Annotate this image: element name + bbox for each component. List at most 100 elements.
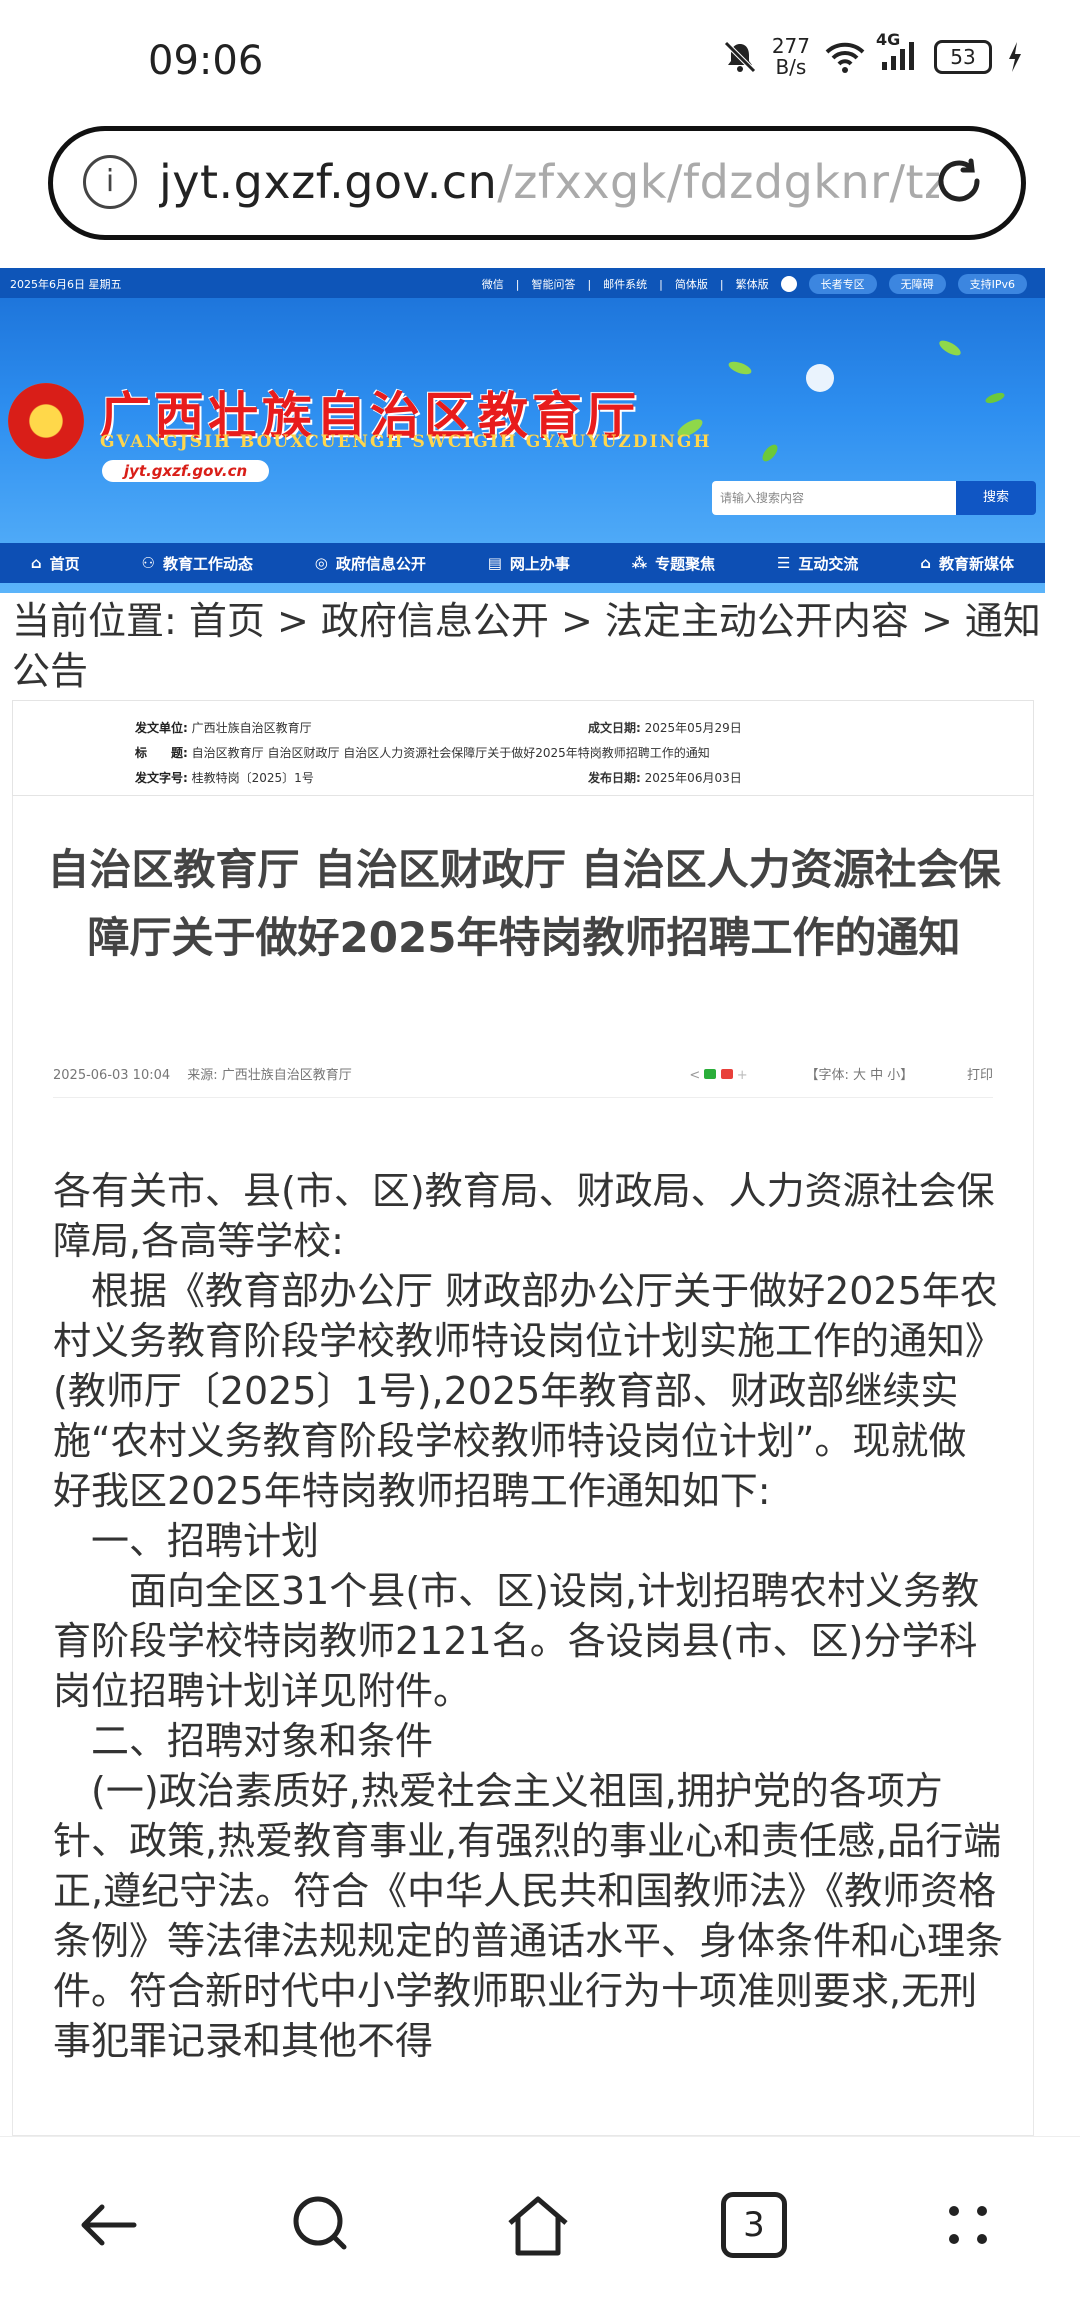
info-title-value: 自治区教育厅 自治区财政厅 自治区人力资源社会保障厅关于做好2025年特岗教师招… — [191, 746, 710, 760]
tab-count: 3 — [721, 2192, 787, 2258]
info-date-label: 成文日期: — [588, 721, 641, 735]
pill-accessibility[interactable]: 无障碍 — [888, 274, 946, 294]
back-arrow-icon — [81, 2204, 137, 2246]
nav-label: 互动交流 — [798, 554, 859, 573]
network-type: 4G — [876, 30, 901, 49]
url-domain: jyt.gxzf.gov.cn — [159, 155, 498, 209]
home-button[interactable] — [502, 2189, 574, 2261]
wechat-share-icon[interactable] — [704, 1069, 717, 1079]
main-nav: ⌂ 首页 ⚇ 教育工作动态 ◎ 政府信息公开 ▤ 网上办事 ⁂ 专题聚焦 ☰ 互动交流 ⌂ 教… — [0, 543, 1045, 583]
nav-label: 教育工作动态 — [162, 554, 253, 573]
nav-label: 首页 — [49, 554, 80, 573]
breadcrumb[interactable]: 当前位置: 首页 > 政府信息公开 > 法定主动公开内容 > 通知公告 — [12, 596, 1042, 696]
nav-label: 专题聚焦 — [655, 554, 716, 573]
search-icon — [293, 2196, 347, 2250]
reload-icon[interactable] — [933, 155, 985, 207]
charging-icon — [1009, 42, 1021, 72]
article-body: 各有关市、县(市、区)教育局、财政局、人力资源社会保障局,各高等学校: 根据《教… — [53, 1166, 1003, 2066]
nav-topics[interactable]: ⁂ 专题聚焦 — [632, 553, 715, 574]
accessibility-icon[interactable] — [780, 276, 797, 292]
info-pubdate-label: 发布日期: — [588, 771, 641, 785]
info-date-value: 2025年05月29日 — [644, 721, 742, 735]
top-link-qa[interactable]: 智能问答 — [531, 276, 575, 292]
net-speed-unit: B/s — [775, 55, 807, 79]
top-strip: 2025年6月6日 星期五 微信 | 智能问答 | 邮件系统 | 简体版 | 繁体版 长… — [0, 268, 1045, 298]
header-date: 2025年6月6日 星期五 — [10, 278, 122, 291]
article-title: 自治区教育厅 自治区财政厅 自治区人力资源社会保障厅关于做好2025年特岗教师招… — [47, 845, 1001, 962]
info-docno-value: 桂教特岗〔2025〕1号 — [191, 771, 314, 785]
chat-icon: ☰ — [776, 554, 791, 572]
network-speed: 277 B/s — [772, 36, 810, 78]
menu-dots-icon — [949, 2206, 987, 2244]
paragraph: 各有关市、县(市、区)教育局、财政局、人力资源社会保障局,各高等学校: — [53, 1169, 995, 1263]
tabs-button[interactable]: 3 — [718, 2189, 790, 2261]
article-date-source: 2025-06-03 10:04 来源: 广西壮族自治区教育厅 — [53, 1068, 352, 1083]
paragraph: 二、招聘对象和条件 — [53, 1719, 434, 1763]
top-link-mail[interactable]: 邮件系统 — [603, 276, 647, 292]
more-share-icon[interactable]: + — [737, 1068, 748, 1083]
back-button[interactable] — [72, 2189, 144, 2261]
cellular-signal: 4G — [876, 30, 920, 76]
info-docno-label: 发文字号: — [135, 771, 188, 785]
status-time: 09:06 — [148, 38, 264, 84]
battery-indicator: 53 — [934, 40, 992, 74]
info-unit: 发文单位: 广西壮族自治区教育厅 — [135, 719, 312, 736]
document-info-table: 发文单位: 广西壮族自治区教育厅 成文日期: 2025年05月29日 标 题: … — [12, 700, 1034, 796]
top-link-simplified[interactable]: 简体版 — [675, 276, 708, 292]
building-icon: ⌂ — [920, 554, 932, 572]
nav-label: 政府信息公开 — [335, 554, 426, 573]
home-icon: ⌂ — [30, 554, 42, 572]
article: 自治区教育厅 自治区财政厅 自治区人力资源社会保障厅关于做好2025年特岗教师招… — [12, 796, 1034, 2136]
article-meta: 2025-06-03 10:04 来源: 广西壮族自治区教育厅 < + 【字体:… — [53, 1064, 993, 1098]
status-bar: 09:06 277 B/s 4G 53 — [0, 0, 1080, 120]
info-pubdate-value: 2025年06月03日 — [644, 771, 742, 785]
mute-bell-icon — [724, 41, 756, 73]
site-header: 2025年6月6日 星期五 微信 | 智能问答 | 邮件系统 | 简体版 | 繁体版 长… — [0, 268, 1045, 593]
info-icon[interactable]: i — [83, 155, 137, 209]
nav-label: 网上办事 — [509, 554, 570, 573]
wifi-icon — [825, 42, 865, 73]
nav-new-media[interactable]: ⌂ 教育新媒体 — [920, 553, 1014, 574]
info-title-label: 标 题: — [135, 746, 188, 760]
print-button[interactable]: 打印 — [967, 1068, 993, 1083]
pill-elderly[interactable]: 长者专区 — [808, 274, 877, 294]
document-icon: ▤ — [487, 554, 502, 572]
site-subtitle: GVANGJSIH BOUXCUENGH SWCIGIH GYAUYUZDING… — [100, 432, 712, 452]
font-size-selector[interactable]: 【字体: 大 中 小】 — [805, 1068, 913, 1083]
nav-label: 教育新媒体 — [939, 554, 1015, 573]
pill-ipv6[interactable]: 支持IPv6 — [957, 274, 1027, 294]
top-links: 微信 | 智能问答 | 邮件系统 | 简体版 | 繁体版 长者专区 无障碍 支持IPv6 — [482, 274, 1027, 294]
info-date: 成文日期: 2025年05月29日 — [588, 719, 742, 736]
status-icons: 277 B/s 4G 53 — [722, 30, 1024, 78]
national-emblem-icon — [8, 383, 84, 459]
browser-bottom-bar: 3 — [0, 2136, 1080, 2311]
net-speed-value: 277 — [771, 34, 810, 58]
top-link-wechat[interactable]: 微信 — [482, 276, 504, 292]
info-circle-icon: ◎ — [314, 554, 328, 572]
nav-home[interactable]: ⌂ 首页 — [31, 553, 80, 574]
url-text[interactable]: jyt.gxzf.gov.cn/zfxxgk/fdzdgknr/tz — [159, 155, 939, 209]
article-tools: < + 【字体: 大 中 小】 打印 — [689, 1064, 993, 1083]
info-unit-value: 广西壮族自治区教育厅 — [191, 721, 312, 735]
paragraph: 一、招聘计划 — [53, 1519, 320, 1563]
nav-gov-info[interactable]: ◎ 政府信息公开 — [315, 553, 426, 574]
nav-news[interactable]: ⚇ 教育工作动态 — [142, 553, 253, 574]
paragraph: (一)政治素质好,热爱社会主义祖国,拥护党的各项方针、政策,热爱教育事业,有强烈… — [53, 1769, 1004, 2063]
share-icon[interactable]: < — [689, 1068, 700, 1083]
paragraph: 面向全区31个县(市、区)设岗,计划招聘农村义务教育阶段学校特岗教师2121名。… — [53, 1569, 980, 1713]
nav-interaction[interactable]: ☰ 互动交流 — [777, 553, 858, 574]
info-pubdate: 发布日期: 2025年06月03日 — [588, 769, 742, 786]
site-search-input[interactable]: 请输入搜索内容 — [712, 481, 956, 515]
grid-icon: ⁂ — [631, 554, 648, 572]
nav-online-service[interactable]: ▤ 网上办事 — [488, 553, 570, 574]
top-link-traditional[interactable]: 繁体版 — [736, 276, 769, 292]
site-domain: jyt.gxzf.gov.cn — [102, 460, 270, 482]
search-button[interactable] — [286, 2189, 358, 2261]
info-docno: 发文字号: 桂教特岗〔2025〕1号 — [135, 769, 314, 786]
site-search-button[interactable]: 搜索 — [956, 481, 1036, 515]
address-bar[interactable]: i jyt.gxzf.gov.cn/zfxxgk/fdzdgknr/tz — [48, 126, 1026, 240]
home-icon — [508, 2196, 568, 2256]
weibo-share-icon[interactable] — [720, 1069, 733, 1079]
menu-button[interactable] — [932, 2189, 1004, 2261]
info-title: 标 题: 自治区教育厅 自治区财政厅 自治区人力资源社会保障厅关于做好2025年… — [135, 744, 710, 761]
